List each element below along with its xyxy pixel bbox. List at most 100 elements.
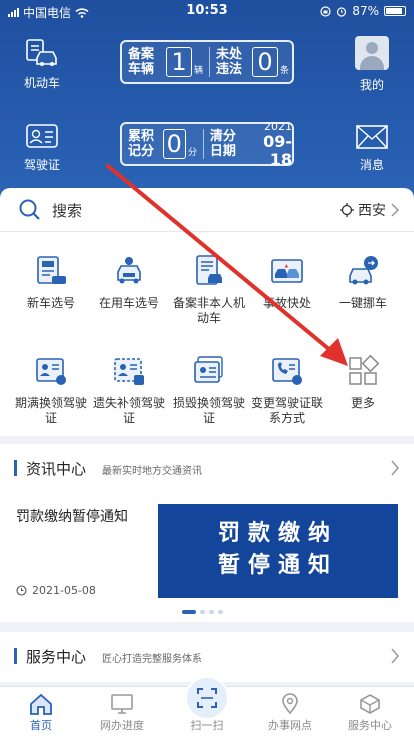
registered-label: 备案车辆 xyxy=(128,47,155,77)
service-in-use-car-number[interactable]: 在用车选号 xyxy=(88,254,170,311)
violations-label: 未处违法 xyxy=(216,47,243,77)
tab-locations[interactable]: 办事网点 xyxy=(250,693,330,733)
carousel-dot xyxy=(209,610,214,614)
tab-label: 首页 xyxy=(30,719,52,732)
new-car-icon xyxy=(37,256,66,284)
home-icon xyxy=(30,693,52,715)
tab-progress[interactable]: 网办进度 xyxy=(82,693,162,733)
status-bar: 中国电信 10:53 87% xyxy=(0,0,414,22)
news-section: 资讯中心 最新实时地方交通资讯 罚款缴纳暂停通知 2021-05-08 罚款缴纳… xyxy=(0,444,414,622)
service-label: 损毁换领驾驶证 xyxy=(172,396,245,425)
clear-day: 09-18 xyxy=(263,131,292,169)
service-new-car-number[interactable]: 新车选号 xyxy=(10,254,92,311)
carousel-indicator xyxy=(182,610,223,614)
news-banner-line2: 暂停通知 xyxy=(217,553,338,578)
monitor-icon xyxy=(111,694,133,714)
vehicle-icon xyxy=(26,39,57,66)
chevron-right-icon xyxy=(391,203,400,217)
news-item-title[interactable]: 罚款缴纳暂停通知 xyxy=(16,506,128,526)
message-label: 消息 xyxy=(359,158,384,172)
service-center-subtitle: 匠心打造完整服务体系 xyxy=(102,654,202,665)
tab-home[interactable]: 首页 xyxy=(1,693,81,733)
points-value: 0 xyxy=(162,129,186,159)
service-more[interactable]: 更多 xyxy=(322,354,404,411)
license-lost-icon xyxy=(114,358,144,385)
register-vehicle-icon xyxy=(196,255,222,285)
scan-icon xyxy=(197,688,217,708)
registered-count: 1 xyxy=(166,47,192,77)
search-input[interactable]: 搜索 xyxy=(52,200,82,221)
map-pin-icon xyxy=(282,693,298,715)
move-car-icon xyxy=(349,256,378,285)
license-summary-panel[interactable]: 累积记分 0 分 清分日期 2021 09-18 xyxy=(120,120,294,169)
violations-unit: 条 xyxy=(280,65,290,76)
license-renew-icon xyxy=(36,358,66,385)
service-license-lost[interactable]: 遗失补领驾驶证 xyxy=(88,354,170,426)
vehicle-summary-panel[interactable]: 备案车辆 1 辆 未处违法 0 条 xyxy=(120,40,294,84)
tab-label: 扫一扫 xyxy=(190,719,224,732)
license-damaged-icon xyxy=(194,356,223,383)
battery-icon xyxy=(384,6,406,16)
service-license-damaged[interactable]: 损毁换领驾驶证 xyxy=(168,354,250,426)
clear-date-label: 清分日期 xyxy=(209,129,236,159)
service-move-car[interactable]: 一键挪车 xyxy=(322,254,404,311)
license-label: 驾驶证 xyxy=(23,158,60,172)
clock-icon xyxy=(16,585,27,596)
clear-year: 2021 xyxy=(264,119,292,133)
service-center-title: 服务中心 xyxy=(26,648,87,666)
accident-icon xyxy=(271,259,303,283)
service-register-vehicle[interactable]: 备案非本人机动车 xyxy=(168,254,250,326)
battery-percent: 87% xyxy=(352,4,379,18)
service-center-section: 服务中心 匠心打造完整服务体系 xyxy=(0,632,414,682)
service-center-header[interactable]: 服务中心 匠心打造完整服务体系 xyxy=(0,638,414,674)
alarm-icon xyxy=(337,6,347,17)
service-license-contact[interactable]: 变更驾驶证联系方式 xyxy=(246,354,328,426)
city-name: 西安 xyxy=(358,203,386,219)
registered-unit: 辆 xyxy=(194,65,204,76)
service-accident[interactable]: 事故快处 xyxy=(246,254,328,311)
more-icon xyxy=(349,354,380,385)
message-entry[interactable]: 消息 xyxy=(332,124,412,173)
service-label: 变更驾驶证联系方式 xyxy=(250,396,323,425)
news-banner[interactable]: 罚款缴纳 暂停通知 xyxy=(158,504,398,598)
chevron-right-icon xyxy=(391,648,399,664)
news-item-date-row: 2021-05-08 xyxy=(16,584,96,597)
tab-label: 服务中心 xyxy=(348,719,392,732)
service-label: 新车选号 xyxy=(26,296,75,310)
search-bar[interactable]: 搜索 西安 xyxy=(0,188,414,232)
violations-count: 0 xyxy=(252,47,279,77)
mail-icon xyxy=(356,125,388,149)
points-unit: 分 xyxy=(187,147,197,158)
vehicle-entry[interactable]: 机动车 xyxy=(2,38,82,91)
service-label: 更多 xyxy=(350,396,375,410)
service-label: 在用车选号 xyxy=(98,296,159,310)
services-card: 搜索 西安 新车选号 在用车选号 备案非本人机动车 事故快处 一键挪车 期满换领… xyxy=(0,188,414,436)
license-icon xyxy=(26,124,58,148)
city-selector[interactable]: 西安 xyxy=(340,200,400,220)
service-label: 事故快处 xyxy=(262,296,311,310)
location-icon xyxy=(340,203,354,217)
tab-label: 办事网点 xyxy=(268,719,312,732)
service-center-icon xyxy=(360,694,380,714)
panel-divider xyxy=(209,47,211,77)
carousel-dot xyxy=(218,610,223,614)
scan-button[interactable] xyxy=(185,676,229,720)
tab-service-center[interactable]: 服务中心 xyxy=(330,693,410,733)
license-entry[interactable]: 驾驶证 xyxy=(2,122,82,173)
license-contact-icon xyxy=(272,358,302,385)
service-label: 一键挪车 xyxy=(338,296,387,310)
news-title: 资讯中心 xyxy=(26,460,87,478)
service-license-renew[interactable]: 期满换领驾驶证 xyxy=(10,354,92,426)
service-label: 期满换领驾驶证 xyxy=(14,396,87,425)
clear-date: 2021 09-18 xyxy=(246,120,292,169)
vehicle-label: 机动车 xyxy=(23,76,60,90)
service-label: 遗失补领驾驶证 xyxy=(92,396,165,425)
tab-label: 网办进度 xyxy=(100,719,144,732)
news-header[interactable]: 资讯中心 最新实时地方交通资讯 xyxy=(0,450,414,486)
panel-divider xyxy=(202,129,204,159)
profile-entry[interactable]: 我的 xyxy=(332,36,412,93)
service-label: 备案非本人机动车 xyxy=(172,296,245,325)
profile-label: 我的 xyxy=(359,78,384,92)
carousel-dot-active xyxy=(182,610,196,614)
orientation-lock-icon xyxy=(320,5,331,17)
